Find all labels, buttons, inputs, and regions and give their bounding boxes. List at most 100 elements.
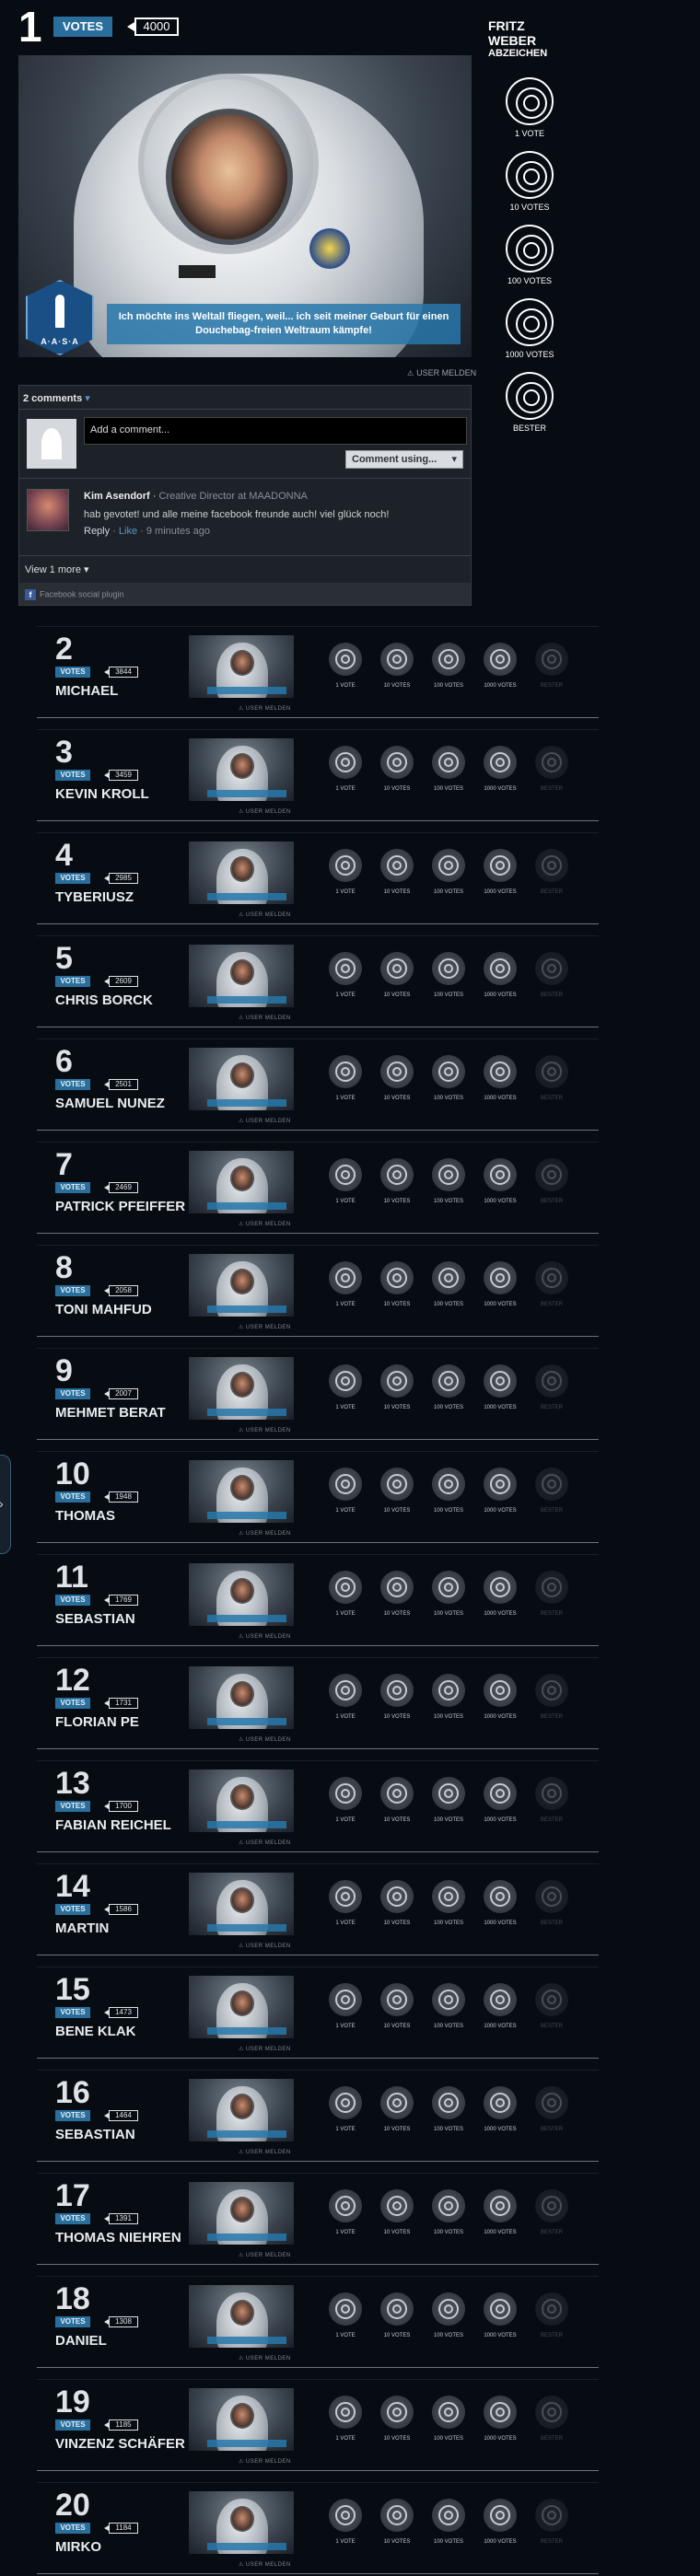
- vote-button[interactable]: VOTES: [55, 1595, 90, 1606]
- vote-button[interactable]: VOTES: [55, 873, 90, 884]
- vote-button[interactable]: VOTES: [55, 1698, 90, 1709]
- vote-button[interactable]: VOTES: [55, 1491, 90, 1503]
- vote-button[interactable]: VOTES: [55, 2419, 90, 2431]
- comment-author[interactable]: Kim Asendorf: [84, 491, 150, 502]
- report-user-link[interactable]: USER MELDEN: [239, 2355, 291, 2361]
- best-badge-icon: [535, 643, 568, 676]
- entry-name[interactable]: MIRKO: [55, 2539, 101, 2555]
- entry-name[interactable]: SAMUEL NUNEZ: [55, 1096, 165, 1111]
- winner-vote-button[interactable]: VOTES: [53, 17, 112, 37]
- report-user-link[interactable]: USER MELDEN: [239, 1015, 291, 1021]
- entry-photo[interactable]: [189, 1563, 294, 1626]
- hundred-votes-badge-icon: [432, 952, 465, 985]
- entry-photo[interactable]: [189, 1048, 294, 1110]
- entry-photo[interactable]: [189, 2388, 294, 2451]
- plugin-label[interactable]: Facebook social plugin: [40, 589, 124, 598]
- report-user-link[interactable]: USER MELDEN: [239, 1530, 291, 1537]
- vote-button[interactable]: VOTES: [55, 2523, 90, 2534]
- winner-photo[interactable]: A·A·S·A Ich möchte ins Weltall fliegen, …: [18, 55, 472, 357]
- entry-photo[interactable]: [189, 738, 294, 801]
- report-user-link[interactable]: USER MELDEN: [239, 2149, 291, 2155]
- report-user-link[interactable]: USER MELDEN: [239, 911, 291, 918]
- comment-using-button[interactable]: Comment using...: [345, 450, 463, 469]
- comment-input[interactable]: Add a comment...: [84, 417, 467, 445]
- report-user-link[interactable]: USER MELDEN: [239, 808, 291, 815]
- report-user-link[interactable]: USER MELDEN: [239, 1839, 291, 1846]
- report-user-link[interactable]: USER MELDEN: [239, 2561, 291, 2568]
- face-visor: [230, 2094, 254, 2119]
- entry-photo[interactable]: [189, 1460, 294, 1523]
- entry-name[interactable]: FLORIAN PE: [55, 1714, 139, 1730]
- entry-photo[interactable]: [189, 2182, 294, 2245]
- entry-photo[interactable]: [189, 2079, 294, 2141]
- report-user-link[interactable]: USER MELDEN: [239, 705, 291, 712]
- vote-button[interactable]: VOTES: [55, 1285, 90, 1296]
- entry-photo[interactable]: [189, 945, 294, 1007]
- report-user-link[interactable]: USER MELDEN: [239, 2252, 291, 2258]
- badge-label: 1 VOTE: [335, 2333, 356, 2338]
- entry-name[interactable]: TONI MAHFUD: [55, 1302, 152, 1317]
- vote-button[interactable]: VOTES: [55, 667, 90, 678]
- vote-button[interactable]: VOTES: [55, 1079, 90, 1090]
- vote-button[interactable]: VOTES: [55, 2007, 90, 2018]
- entry-name[interactable]: KEVIN KROLL: [55, 786, 149, 802]
- report-user-link[interactable]: USER MELDEN: [239, 1736, 291, 1743]
- entry-photo[interactable]: [189, 841, 294, 904]
- vote-button[interactable]: VOTES: [55, 2213, 90, 2224]
- vote-button[interactable]: VOTES: [55, 770, 90, 781]
- entry-name[interactable]: MICHAEL: [55, 683, 118, 699]
- entry-name[interactable]: DANIEL: [55, 2333, 107, 2349]
- entry-vote-count: 2501: [109, 1079, 138, 1090]
- side-scroll-tab[interactable]: [0, 1455, 11, 1554]
- report-user-link[interactable]: USER MELDEN: [239, 2458, 291, 2465]
- vote-button[interactable]: VOTES: [55, 1388, 90, 1399]
- report-user-link[interactable]: USER MELDEN: [239, 1633, 291, 1640]
- vote-button[interactable]: VOTES: [55, 2316, 90, 2327]
- entry-name[interactable]: CHRIS BORCK: [55, 992, 153, 1008]
- entry-photo[interactable]: [189, 1770, 294, 1832]
- vote-button[interactable]: VOTES: [55, 1182, 90, 1193]
- entry-name[interactable]: TYBERIUSZ: [55, 889, 134, 905]
- vote-button[interactable]: VOTES: [55, 976, 90, 987]
- comments-count-dropdown[interactable]: 2 comments: [19, 386, 471, 410]
- entry-photo[interactable]: [189, 1151, 294, 1213]
- entry-photo[interactable]: [189, 1873, 294, 1935]
- like-link[interactable]: Like: [119, 526, 137, 537]
- report-user-link[interactable]: USER MELDEN: [239, 1427, 291, 1433]
- view-more-button[interactable]: View 1 more: [19, 555, 471, 581]
- entry-badge: BESTER: [529, 1777, 575, 1823]
- report-user-link[interactable]: USER MELDEN: [407, 368, 476, 377]
- entry-photo[interactable]: [189, 1357, 294, 1420]
- entry-name[interactable]: PATRICK PFEIFFER: [55, 1199, 185, 1214]
- one-vote-badge-icon: [329, 1777, 362, 1810]
- entry-name[interactable]: BENE KLAK: [55, 2024, 136, 2039]
- report-user-link[interactable]: USER MELDEN: [239, 1118, 291, 1124]
- vote-button[interactable]: VOTES: [55, 1801, 90, 1812]
- entry-name[interactable]: MARTIN: [55, 1920, 109, 1936]
- commenter-avatar[interactable]: [27, 489, 69, 531]
- report-user-link[interactable]: USER MELDEN: [239, 2046, 291, 2052]
- entry-name[interactable]: THOMAS: [55, 1508, 115, 1524]
- one-vote-badge-icon: [329, 2396, 362, 2429]
- entry-name[interactable]: MEHMET BERAT: [55, 1405, 166, 1421]
- entry-photo[interactable]: [189, 1976, 294, 2038]
- vote-button[interactable]: VOTES: [55, 1904, 90, 1915]
- report-user-link[interactable]: USER MELDEN: [239, 1221, 291, 1227]
- entry-name[interactable]: SEBASTIAN: [55, 1611, 135, 1627]
- entry-name[interactable]: SEBASTIAN: [55, 2127, 135, 2142]
- entry-photo[interactable]: [189, 2285, 294, 2348]
- entry-name[interactable]: THOMAS NIEHREN: [55, 2230, 181, 2245]
- entry-name[interactable]: FABIAN REICHEL: [55, 1817, 171, 1833]
- entry-photo[interactable]: [189, 2491, 294, 2554]
- reply-link[interactable]: Reply: [84, 526, 110, 537]
- vote-button[interactable]: VOTES: [55, 2110, 90, 2121]
- entry-badge: 100 VOTES: [426, 1674, 472, 1720]
- ten-votes-badge-icon: [380, 1468, 414, 1501]
- entry-badge: 1 VOTE: [322, 952, 368, 998]
- report-user-link[interactable]: USER MELDEN: [239, 1943, 291, 1949]
- entry-photo[interactable]: [189, 635, 294, 698]
- entry-name[interactable]: VINZENZ SCHÄFER: [55, 2436, 185, 2452]
- report-user-link[interactable]: USER MELDEN: [239, 1324, 291, 1330]
- entry-photo[interactable]: [189, 1666, 294, 1729]
- entry-photo[interactable]: [189, 1254, 294, 1317]
